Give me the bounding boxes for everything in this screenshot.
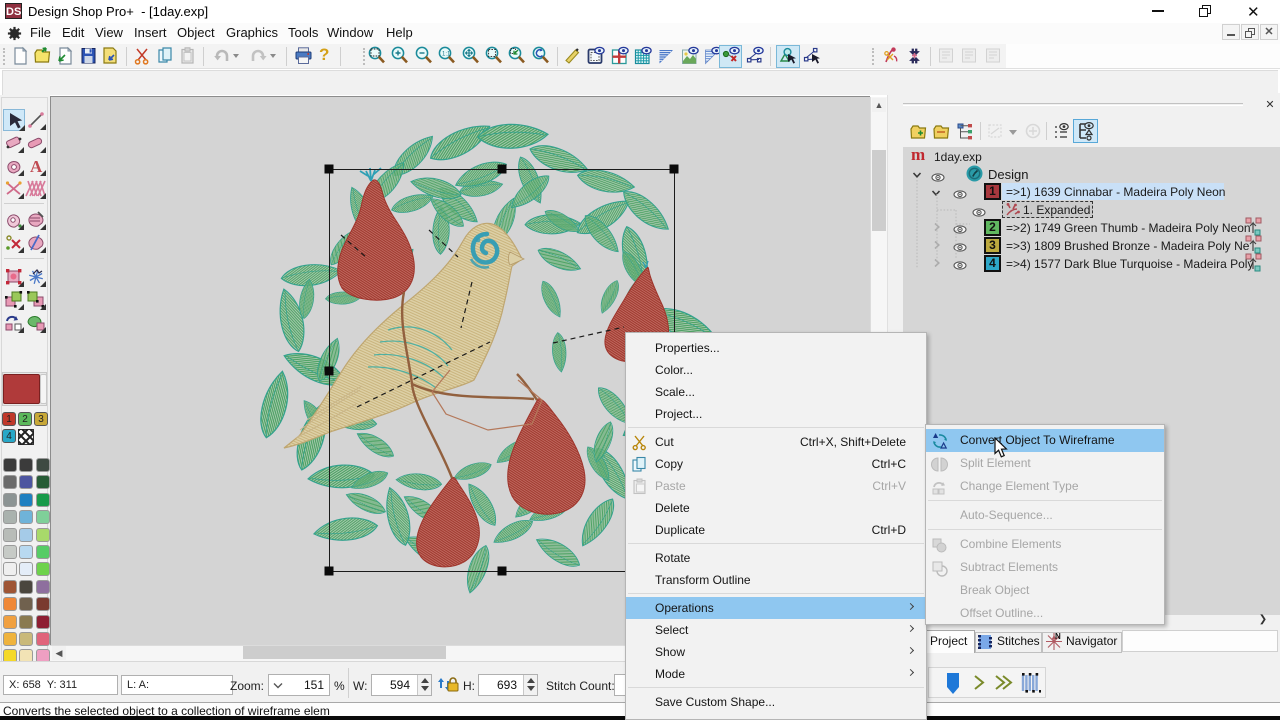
svg-text:1:1: 1:1 bbox=[442, 51, 451, 57]
svg-text:A: A bbox=[30, 157, 43, 176]
svg-text:N: N bbox=[1055, 633, 1061, 641]
